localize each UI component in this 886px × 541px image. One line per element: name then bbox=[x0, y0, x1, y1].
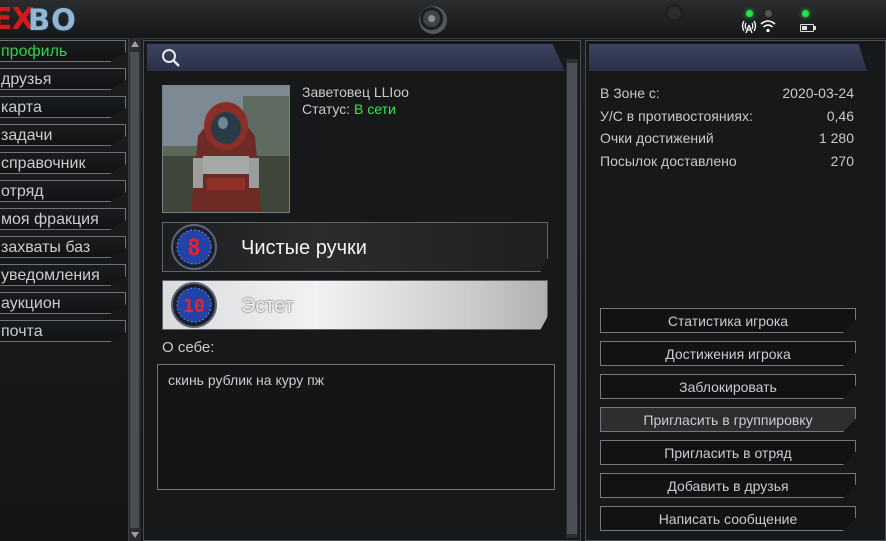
add-friend-button[interactable]: Добавить в друзья bbox=[600, 473, 856, 498]
invite-to-faction-button[interactable]: Пригласить в группировку bbox=[600, 407, 856, 432]
invite-to-squad-button[interactable]: Пригласить в отряд bbox=[600, 440, 856, 465]
stat-value: 2020-03-24 bbox=[782, 85, 854, 101]
achievement-badge-icon: 8 bbox=[171, 224, 217, 270]
sidebar: профиль друзья карта задачи справочник о… bbox=[0, 38, 142, 541]
sidebar-item-auction[interactable]: аукцион bbox=[0, 292, 126, 314]
sidebar-item-faction[interactable]: моя фракция bbox=[0, 208, 126, 230]
scroll-thumb[interactable] bbox=[567, 63, 577, 534]
stat-row: У/С в противостояниях: 0,46 bbox=[600, 108, 854, 131]
sidebar-item-mail[interactable]: почта bbox=[0, 320, 126, 342]
sidebar-item-label: справочник bbox=[1, 155, 86, 172]
sidebar-item-label: профиль bbox=[1, 43, 68, 60]
top-bar: EX BO bbox=[0, 0, 886, 39]
sidebar-item-label: моя фракция bbox=[1, 211, 99, 228]
achievement-title: Чистые ручки bbox=[241, 237, 367, 259]
sidebar-item-map[interactable]: карта bbox=[0, 96, 126, 118]
achievement-banner[interactable]: 8 Чистые ручки bbox=[162, 222, 548, 272]
sidebar-item-label: аукцион bbox=[1, 295, 61, 312]
status-value: В сети bbox=[354, 101, 396, 117]
stat-row: В Зоне с: 2020-03-24 bbox=[600, 85, 854, 108]
sensor-icon bbox=[665, 4, 683, 22]
stat-value: 0,46 bbox=[826, 107, 854, 124]
player-stats-button[interactable]: Статистика игрока bbox=[600, 308, 856, 333]
sidebar-item-label: друзья bbox=[1, 71, 52, 88]
logo: EX BO bbox=[0, 2, 90, 37]
gray-led-icon bbox=[765, 10, 772, 17]
block-button[interactable]: Заблокировать bbox=[600, 374, 856, 399]
player-name: Заветовец LLIoo bbox=[302, 84, 409, 100]
sidebar-item-notifications[interactable]: уведомления bbox=[0, 264, 126, 286]
wifi-icon bbox=[760, 20, 776, 33]
green-led-icon bbox=[746, 10, 753, 17]
stat-label: У/С в противостояниях: bbox=[600, 107, 753, 124]
sidebar-item-tasks[interactable]: задачи bbox=[0, 124, 126, 146]
stat-value: 1 280 bbox=[818, 130, 854, 146]
stat-value: 270 bbox=[830, 152, 854, 169]
about-textbox[interactable]: скинь рублик на куру пж bbox=[157, 364, 555, 490]
badge-number: 8 bbox=[187, 236, 200, 261]
stats-panel: В Зоне с: 2020-03-24 У/С в противостояни… bbox=[585, 40, 886, 541]
achievement-title: Эстет bbox=[241, 295, 294, 317]
sidebar-item-label: карта bbox=[1, 99, 42, 116]
sidebar-item-label: уведомления bbox=[1, 267, 100, 284]
achievement-banner[interactable]: 10 Эстет bbox=[162, 280, 548, 330]
sidebar-item-label: почта bbox=[1, 323, 43, 340]
green-led-icon bbox=[802, 10, 809, 17]
stat-label: В Зоне с: bbox=[600, 85, 660, 101]
player-achievements-button[interactable]: Достижения игрока bbox=[600, 341, 856, 366]
stat-row: Очки достижений 1 280 bbox=[600, 130, 854, 153]
profile-scrollbar[interactable] bbox=[566, 59, 578, 538]
stats-panel-header bbox=[589, 44, 867, 71]
achievement-badge-icon: 10 bbox=[171, 282, 217, 328]
sidebar-item-reference[interactable]: справочник bbox=[0, 152, 126, 174]
stat-label: Посылок доставлено bbox=[600, 152, 737, 169]
about-label: О себе: bbox=[162, 339, 215, 356]
sidebar-item-squad[interactable]: отряд bbox=[0, 180, 126, 202]
badge-number: 10 bbox=[183, 296, 205, 317]
send-message-button[interactable]: Написать сообщение bbox=[600, 506, 856, 531]
camera-icon bbox=[419, 6, 447, 34]
scroll-down-icon[interactable] bbox=[131, 532, 139, 538]
sidebar-item-base-captures[interactable]: захваты баз bbox=[0, 236, 126, 258]
stats-list: В Зоне с: 2020-03-24 У/С в противостояни… bbox=[600, 85, 854, 175]
sidebar-item-label: задачи bbox=[1, 127, 53, 144]
sidebar-item-friends[interactable]: друзья bbox=[0, 68, 126, 90]
profile-panel: Заветовец LLIoo Статус: В сети 8 Чистые … bbox=[143, 40, 581, 541]
sidebar-item-label: отряд bbox=[1, 183, 44, 200]
avatar-image bbox=[163, 86, 289, 212]
pda-screen: EX BO профиль друзья карта задачи справо… bbox=[0, 0, 886, 541]
scroll-up-icon[interactable] bbox=[131, 41, 139, 47]
sidebar-item-profile[interactable]: профиль bbox=[0, 40, 126, 62]
battery-icon bbox=[800, 24, 816, 32]
sidebar-scrollbar[interactable] bbox=[128, 38, 141, 541]
about-text: скинь рублик на куру пж bbox=[168, 372, 325, 388]
search-icon[interactable] bbox=[161, 48, 181, 68]
player-status: Статус: В сети bbox=[302, 101, 396, 117]
logo-bo: BO bbox=[28, 3, 77, 37]
sidebar-item-label: захваты баз bbox=[1, 239, 91, 256]
status-label: Статус: bbox=[302, 101, 355, 117]
avatar bbox=[162, 85, 290, 213]
antenna-icon bbox=[741, 20, 757, 34]
scroll-thumb[interactable] bbox=[130, 52, 139, 528]
stat-label: Очки достижений bbox=[600, 130, 714, 146]
profile-panel-header bbox=[147, 44, 565, 71]
stat-row: Посылок доставлено 270 bbox=[600, 153, 854, 176]
